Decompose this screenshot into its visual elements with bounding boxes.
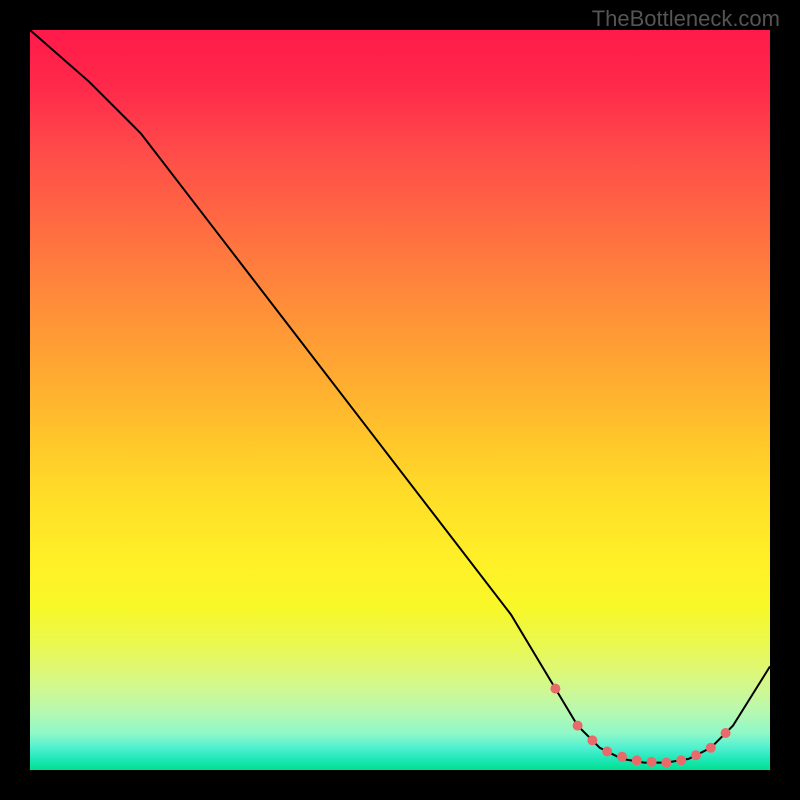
marker-dot: [632, 755, 642, 765]
plot-area: [30, 30, 770, 770]
marker-dot: [573, 721, 583, 731]
marker-dot: [550, 684, 560, 694]
marker-dot: [721, 728, 731, 738]
chart-svg: [30, 30, 770, 770]
watermark-text: TheBottleneck.com: [592, 6, 780, 32]
marker-dot: [587, 735, 597, 745]
marker-dot: [706, 743, 716, 753]
marker-dot: [647, 757, 657, 767]
marker-dot: [691, 750, 701, 760]
marker-dot: [661, 758, 671, 768]
marker-group: [550, 684, 730, 768]
marker-dot: [617, 752, 627, 762]
marker-dot: [676, 755, 686, 765]
curve-line: [30, 30, 770, 763]
marker-dot: [602, 747, 612, 757]
